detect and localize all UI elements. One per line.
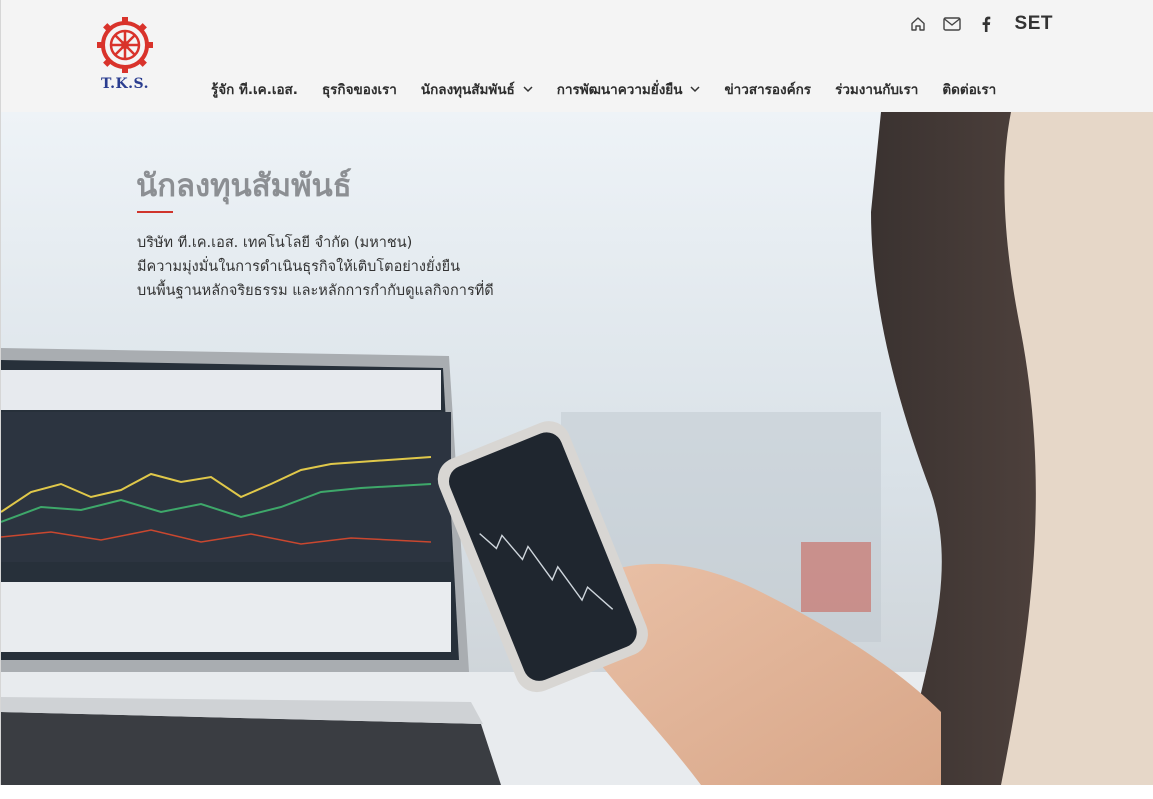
hero-description-line: มีความมุ่งมั่นในการดำเนินธุรกิจให้เติบโต…	[137, 259, 460, 275]
nav-item-contact[interactable]: ติดต่อเรา	[942, 78, 996, 100]
nav-item-label: ธุรกิจของเรา	[321, 82, 397, 98]
top-utility-links: SET	[909, 12, 1053, 36]
nav-item-sustainability[interactable]: การพัฒนาความยั่งยืน	[557, 78, 701, 100]
nav-item-investor-relations[interactable]: นักลงทุนสัมพันธ์	[421, 78, 533, 100]
tks-logo[interactable]: T.K.S.	[96, 16, 154, 96]
hero-photo-laptop-phone	[1, 112, 1153, 785]
hero-banner: นักลงทุนสัมพันธ์ บริษัท ที.เค.เอส. เทคโน…	[0, 112, 1153, 785]
hero-description-line: บริษัท ที.เค.เอส. เทคโนโลยี จำกัด (มหาชน…	[137, 235, 413, 251]
nav-item-news[interactable]: ข่าวสารองค์กร	[724, 78, 811, 100]
page-bottom-strip	[0, 785, 1153, 799]
nav-item-business[interactable]: ธุรกิจของเรา	[322, 78, 397, 100]
dharma-wheel-logo-icon	[97, 17, 153, 73]
home-icon[interactable]	[909, 15, 927, 33]
logo-text: T.K.S.	[100, 76, 149, 92]
nav-item-label: รู้จัก ที.เค.เอส.	[211, 82, 298, 98]
hero-title: นักลงทุนสัมพันธ์	[136, 168, 352, 204]
nav-item-label: ติดต่อเรา	[942, 82, 997, 98]
main-nav: รู้จัก ที.เค.เอส. ธุรกิจของเรา นักลงทุนส…	[211, 78, 1020, 100]
nav-item-label: ร่วมงานกับเรา	[835, 82, 919, 98]
hero-description-line: บนพื้นฐานหลักจริยธรรม และหลักการกำกับดูแ…	[137, 283, 494, 299]
nav-item-careers[interactable]: ร่วมงานกับเรา	[835, 78, 918, 100]
nav-item-about[interactable]: รู้จัก ที.เค.เอส.	[211, 78, 298, 100]
nav-item-label: นักลงทุนสัมพันธ์	[420, 82, 515, 98]
nav-item-label: ข่าวสารองค์กร	[724, 82, 812, 98]
set-link[interactable]: SET	[1015, 13, 1053, 35]
title-accent-line	[137, 211, 173, 213]
hero-description: บริษัท ที.เค.เอส. เทคโนโลยี จำกัด (มหาชน…	[137, 231, 494, 303]
mail-icon[interactable]	[942, 15, 961, 33]
chevron-down-icon	[690, 84, 700, 94]
site-header: T.K.S. SET รู้จัก ที.เค.เอส. ธุรกิจของเร…	[0, 0, 1153, 112]
nav-item-label: การพัฒนาความยั่งยืน	[556, 82, 683, 98]
facebook-icon[interactable]	[977, 15, 995, 33]
chevron-down-icon	[523, 84, 533, 94]
